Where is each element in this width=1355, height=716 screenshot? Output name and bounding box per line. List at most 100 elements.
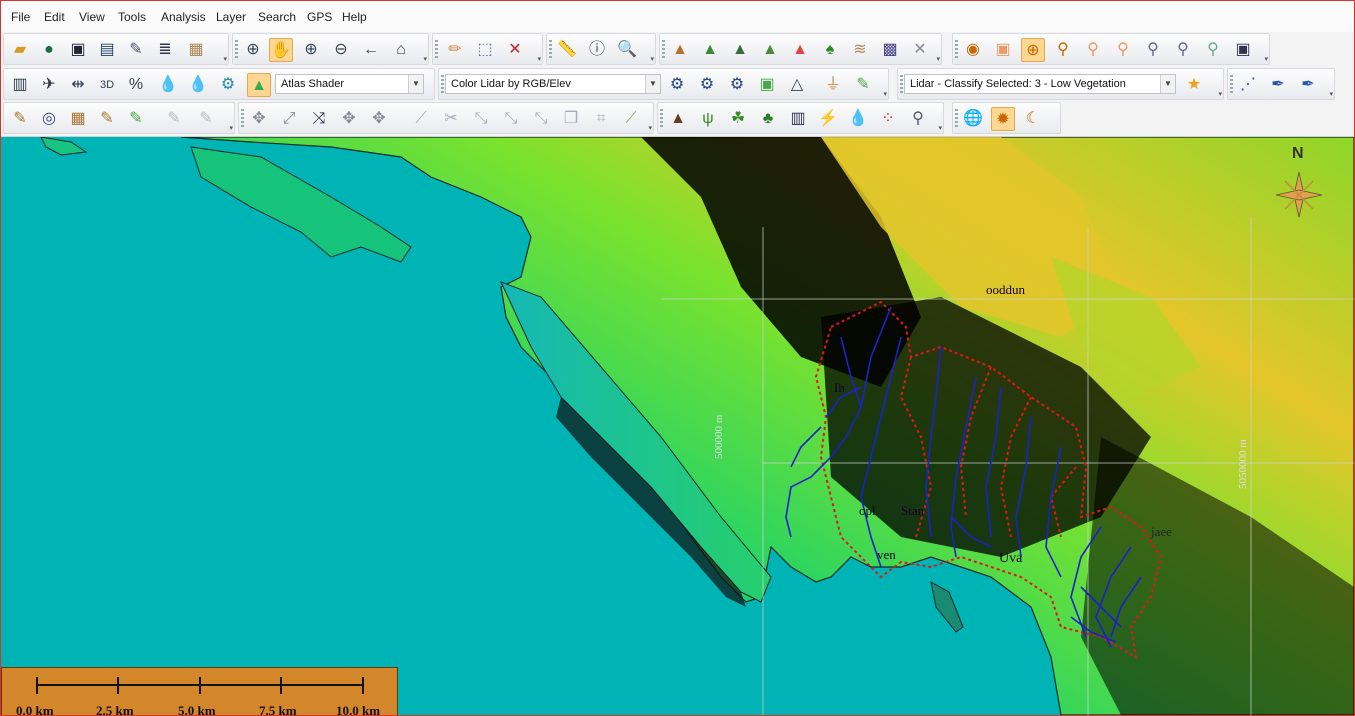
waypoint-icon[interactable]: ⚲ [1081,38,1105,62]
filter-icon[interactable]: ⏚ [821,73,845,97]
edit-vertex-icon[interactable]: ✎ [194,107,218,131]
gps-window-icon[interactable]: ▣ [1231,38,1255,62]
shader-icon[interactable]: ▲ [247,73,271,97]
zoom-in-icon[interactable]: ⊕ [299,38,323,62]
settings-drop-icon[interactable]: ⚙ [216,73,240,97]
menu-tools[interactable]: Tools [118,10,146,24]
menu-analysis[interactable]: Analysis [161,10,206,24]
vertex-icon[interactable]: ⤨ [307,107,331,131]
toolbar-overflow-icon[interactable]: ▾ [1218,90,1222,98]
gps-stop-icon[interactable]: ▣ [991,38,1015,62]
split-view-icon[interactable]: ⇹ [66,73,90,97]
layers-icon[interactable]: ≣ [153,38,177,62]
ruler-diag-icon[interactable]: ⟋ [619,107,643,131]
menu-help[interactable]: Help [342,10,367,24]
view-shed-icon[interactable]: ▲ [698,38,722,62]
move-vertex-icon[interactable]: ✥ [337,107,361,131]
globe-icon[interactable]: ● [37,38,61,62]
chevron-down-icon[interactable]: ▼ [408,75,423,93]
track-icon[interactable]: ⚲ [1141,38,1165,62]
digitize-freehand-icon[interactable]: ✒ [1296,73,1320,97]
select-rect-icon[interactable]: ⬚ [473,38,497,62]
triangle-icon[interactable]: △ [785,73,809,97]
toolbar-overflow-icon[interactable]: ▾ [938,124,942,132]
toolbar-overflow-icon[interactable]: ▾ [650,55,654,63]
edit-points-icon[interactable]: ✎ [851,73,875,97]
digitize-line-icon[interactable]: ⋰ [1236,73,1260,97]
plane-icon[interactable]: ✈ [37,73,61,97]
delete-icon[interactable]: ✕ [503,38,527,62]
zoom-rect-icon[interactable]: ⊕ [241,38,265,62]
gps-center-icon[interactable]: ⊕ [1021,38,1045,62]
save-icon[interactable]: ▣ [66,38,90,62]
terrain-analysis-icon[interactable]: ▲ [728,38,752,62]
online-globe-icon[interactable]: 🌐 [961,107,985,131]
zoom-out-icon[interactable]: ⊖ [329,38,353,62]
edit-line-icon[interactable]: ✎ [162,107,186,131]
open-folder-icon[interactable]: ▰ [8,38,32,62]
toolbar-overflow-icon[interactable]: ▾ [648,124,652,132]
water-level-icon[interactable]: 💧 [156,73,180,97]
watershed-icon[interactable]: ♠ [818,38,842,62]
area-pen-icon[interactable]: ✎ [124,107,148,131]
toolbar-overflow-icon[interactable]: ▾ [1264,55,1268,63]
back-arrow-icon[interactable]: ← [359,38,383,62]
grid-pen-icon[interactable]: ▦ [66,107,90,131]
mountain-icon[interactable]: ▲ [666,107,690,131]
percent-icon[interactable]: % [124,73,148,97]
grass-icon[interactable]: ψ [696,107,720,131]
menu-view[interactable]: View [79,10,105,24]
noise-icon[interactable]: ⁘ [876,107,900,131]
terrain-profile-icon[interactable]: ▲ [668,38,692,62]
info-icon[interactable]: ⓘ [585,38,609,62]
image-icon[interactable]: ▩ [878,38,902,62]
track-line-icon[interactable]: ⚲ [1171,38,1195,62]
ruler-icon[interactable]: 📏 [555,38,579,62]
tree-icon[interactable]: ♣ [756,107,780,131]
contour-icon[interactable]: ▲ [758,38,782,62]
toolbar-overflow-icon[interactable]: ▾ [936,55,940,63]
3d-view-icon[interactable]: 3D [95,73,119,97]
delete-vertex-icon[interactable]: ✥ [367,107,391,131]
gps-mark-icon[interactable]: ⚲ [1051,38,1075,62]
feature-info-icon[interactable]: 🔍 [615,38,639,62]
cut-fill-icon[interactable]: ≋ [848,38,872,62]
menu-file[interactable]: File [11,10,30,24]
menu-search[interactable]: Search [258,10,296,24]
line-of-sight-icon[interactable]: ▲ [788,38,812,62]
crop-icon[interactable]: ⌗ [589,107,613,131]
scale-icon[interactable]: ⤢ [277,107,301,131]
menu-gps[interactable]: GPS [307,10,332,24]
track-vector-icon[interactable]: ⚲ [1201,38,1225,62]
lidar-process-icon[interactable]: ⚙ [695,73,719,97]
join-icon[interactable]: ⤡ [469,107,493,131]
lidar-grid-icon[interactable]: ⚙ [725,73,749,97]
pencil-icon[interactable]: ✏ [443,38,467,62]
pan-hand-icon[interactable]: ✋ [269,38,293,62]
smooth-icon[interactable]: ⤡ [529,107,553,131]
cut-icon[interactable]: ✂ [439,107,463,131]
chevron-down-icon[interactable]: ▼ [1160,75,1175,93]
map-icon[interactable]: ▦ [184,38,208,62]
ground-icon[interactable]: ⚲ [906,107,930,131]
moon-icon[interactable]: ☾ [1021,107,1045,131]
digitize-pen-icon[interactable]: ✒ [1266,73,1290,97]
toolbar-overflow-icon[interactable]: ▾ [423,55,427,63]
gps-start-icon[interactable]: ◉ [961,38,985,62]
water-drop-icon[interactable]: 💧 [186,73,210,97]
powerline-icon[interactable]: ⚡ [816,107,840,131]
target-icon[interactable]: ◎ [37,107,61,131]
lidar-classify-icon[interactable]: ▣ [755,73,779,97]
toolbar-overflow-icon[interactable]: ▾ [223,55,227,63]
coordinate-pen-icon[interactable]: ✎ [8,107,32,131]
toolbar-overflow-icon[interactable]: ▾ [229,124,233,132]
toolbar-overflow-icon[interactable]: ▾ [1329,90,1333,98]
tools-cross-icon[interactable]: ✕ [908,38,932,62]
move-icon[interactable]: ✥ [247,107,271,131]
lidar-classify-select[interactable]: Lidar - Classify Selected: 3 - Low Veget… [904,74,1176,94]
point-pen-icon[interactable]: ✎ [95,107,119,131]
shader-select[interactable]: Atlas Shader ▼ [275,74,424,94]
wrench-icon[interactable]: ✎ [124,38,148,62]
lidar-settings-icon[interactable]: ⚙ [665,73,689,97]
water-icon[interactable]: 💧 [846,107,870,131]
